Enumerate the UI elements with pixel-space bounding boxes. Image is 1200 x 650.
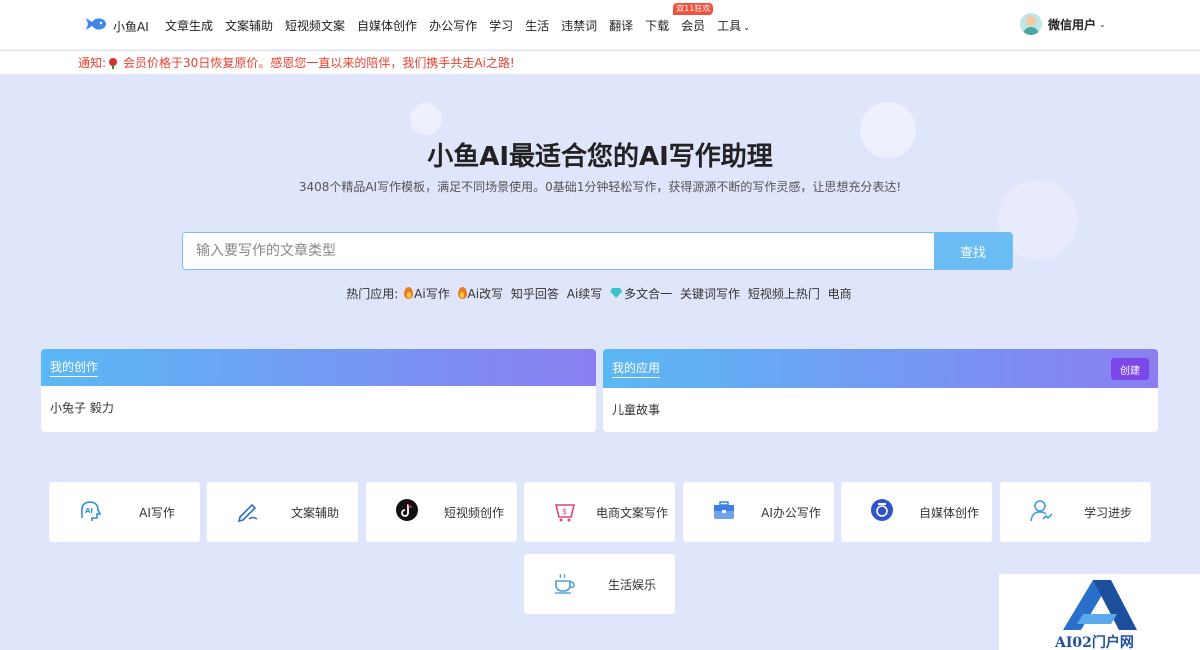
notice-bar: 通知: 会员价格于30日恢复原价。感恩您一直以来的陪伴，我们携手共走Ai之路! bbox=[0, 51, 1200, 74]
category-life[interactable]: 生活娱乐 bbox=[524, 554, 675, 614]
diamond-icon bbox=[610, 288, 623, 298]
ai-head-icon: AI bbox=[77, 498, 103, 524]
notice-text: 会员价格于30日恢复原价。感恩您一直以来的陪伴，我们携手共走Ai之路! bbox=[123, 56, 515, 70]
page-title: 小鱼AI最适合您的AI写作助理 bbox=[427, 142, 773, 172]
nav-item-self-media[interactable]: 自媒体创作 bbox=[357, 17, 417, 34]
card-header: 我的创作 bbox=[41, 349, 596, 386]
nav-item-office-writing[interactable]: 办公写作 bbox=[429, 17, 477, 34]
category-label: AI办公写作 bbox=[761, 505, 821, 520]
shopping-bag-icon: $ bbox=[552, 498, 578, 524]
category-label: 文案辅助 bbox=[290, 505, 339, 520]
creation-item[interactable]: 小兔子 毅力 bbox=[41, 386, 596, 429]
hot-app-label: Ai改写 bbox=[467, 287, 504, 301]
hot-app-keyword-writing[interactable]: 关键词写作 bbox=[680, 287, 740, 301]
user-menu[interactable]: 微信用户 ⌄ bbox=[1020, 13, 1106, 35]
category-copy-assist[interactable]: 文案辅助 bbox=[207, 482, 358, 542]
hot-app-zhihu-answer[interactable]: 知乎回答 bbox=[511, 287, 559, 301]
category-ecommerce[interactable]: $ 电商文案写作 bbox=[524, 482, 675, 542]
my-creation-card: 我的创作 小兔子 毅力 bbox=[41, 349, 596, 432]
category-label: AI写作 bbox=[139, 505, 175, 520]
fish-logo-icon bbox=[84, 12, 108, 40]
category-self-media[interactable]: 自媒体创作 bbox=[841, 482, 992, 542]
decor-bubble bbox=[410, 103, 442, 135]
media-badge-icon bbox=[869, 498, 895, 524]
pen-icon bbox=[235, 498, 261, 524]
category-ai-writing[interactable]: AI AI写作 bbox=[49, 482, 200, 542]
card-header: 我的应用 创建 bbox=[603, 349, 1158, 388]
category-office-writing[interactable]: AI办公写作 bbox=[683, 482, 834, 542]
card-title[interactable]: 我的应用 bbox=[612, 359, 661, 378]
hot-apps-label: 热门应用: bbox=[346, 287, 399, 301]
notice-prefix: 通知: bbox=[78, 56, 107, 70]
nav-item-copy-assist[interactable]: 文案辅助 bbox=[225, 17, 273, 34]
briefcase-icon bbox=[711, 498, 737, 524]
hot-app-short-video-hot[interactable]: 短视频上热门 bbox=[748, 287, 820, 301]
category-label: 电商文案写作 bbox=[595, 505, 668, 520]
nav-item-short-video[interactable]: 短视频文案 bbox=[285, 17, 345, 34]
hot-apps: 热门应用: Ai写作 Ai改写 知乎回答 Ai续写 多文合一 关键词写作 短视频… bbox=[0, 285, 1200, 302]
watermark-logo-icon bbox=[1059, 578, 1139, 636]
app-item[interactable]: 儿童故事 bbox=[603, 388, 1158, 431]
hot-app-ai-rewrite[interactable]: Ai改写 bbox=[457, 287, 504, 301]
site-logo[interactable]: 小鱼AI bbox=[84, 12, 149, 40]
nav-item-translate[interactable]: 翻译 bbox=[609, 17, 633, 34]
chevron-down-icon: ⌄ bbox=[743, 22, 750, 32]
promo-badge: 双11狂欢 bbox=[673, 2, 714, 15]
hot-app-ai-continue[interactable]: Ai续写 bbox=[567, 287, 603, 301]
page-subtitle: 3408个精品AI写作模板，满足不同场景使用。0基础1分钟轻松写作，获得源源不断… bbox=[298, 180, 902, 194]
category-study[interactable]: 学习进步 bbox=[1000, 482, 1151, 542]
flame-icon bbox=[404, 287, 414, 299]
create-button[interactable]: 创建 bbox=[1111, 358, 1149, 380]
nav-item-tools[interactable]: 工具 ⌄ bbox=[717, 17, 750, 34]
tiktok-icon bbox=[394, 498, 420, 524]
watermark-text: AI02门户网 bbox=[1055, 635, 1134, 650]
nav-item-banned-words[interactable]: 违禁词 bbox=[561, 17, 597, 34]
watermark: AI02门户网 bbox=[999, 574, 1200, 650]
svg-text:AI: AI bbox=[85, 507, 93, 515]
nav-item-membership-label: 会员 bbox=[681, 18, 706, 33]
top-navbar: 小鱼AI 文章生成 文案辅助 短视频文案 自媒体创作 办公写作 学习 生活 违禁… bbox=[0, 0, 1200, 50]
chevron-down-icon: ⌄ bbox=[1099, 19, 1106, 29]
search-bar: 查找 bbox=[182, 232, 1013, 270]
hot-app-ai-writing[interactable]: Ai写作 bbox=[404, 287, 450, 301]
logo-text: 小鱼AI bbox=[113, 19, 149, 34]
hot-app-merge[interactable]: 多文合一 bbox=[610, 287, 672, 301]
user-name: 微信用户 bbox=[1048, 17, 1097, 32]
main-nav: 文章生成 文案辅助 短视频文案 自媒体创作 办公写作 学习 生活 违禁词 翻译 … bbox=[165, 0, 762, 50]
nav-item-article-generate[interactable]: 文章生成 bbox=[165, 17, 213, 34]
nav-item-life[interactable]: 生活 bbox=[525, 17, 549, 34]
card-title[interactable]: 我的创作 bbox=[50, 358, 99, 377]
hot-app-label: 多文合一 bbox=[624, 287, 673, 301]
hot-app-ecommerce[interactable]: 电商 bbox=[828, 287, 852, 301]
student-icon bbox=[1028, 498, 1054, 524]
category-label: 自媒体创作 bbox=[918, 505, 979, 520]
avatar bbox=[1020, 13, 1042, 35]
category-label: 短视频创作 bbox=[443, 505, 504, 520]
search-input[interactable] bbox=[183, 233, 934, 269]
category-label: 生活娱乐 bbox=[607, 577, 656, 592]
hot-app-label: Ai写作 bbox=[414, 287, 450, 301]
search-button[interactable]: 查找 bbox=[934, 233, 1012, 269]
svg-text:$: $ bbox=[562, 507, 567, 516]
category-short-video[interactable]: 短视频创作 bbox=[366, 482, 517, 542]
nav-item-download[interactable]: 下载 bbox=[645, 17, 669, 34]
nav-item-membership[interactable]: 双11狂欢 会员 bbox=[673, 2, 714, 34]
nav-item-tools-label: 工具 bbox=[717, 18, 742, 33]
nav-item-study[interactable]: 学习 bbox=[489, 17, 513, 34]
rose-icon bbox=[108, 57, 118, 69]
flame-icon bbox=[457, 287, 467, 299]
my-apps-card: 我的应用 创建 儿童故事 bbox=[603, 349, 1158, 432]
coffee-cup-icon bbox=[552, 570, 578, 596]
category-label: 学习进步 bbox=[1083, 505, 1132, 520]
